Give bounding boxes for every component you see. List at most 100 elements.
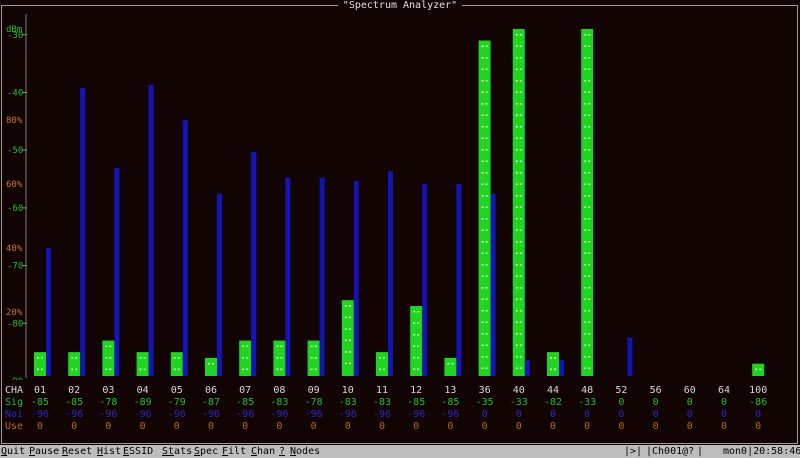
signal-bar-dash	[177, 357, 180, 359]
signal-bar-dash	[481, 241, 484, 243]
signal-bar-dash	[588, 310, 591, 312]
signal-bar-dash	[383, 368, 385, 371]
menu-quit[interactable]: Quit	[1, 445, 25, 458]
signal-bar-dash	[588, 229, 591, 231]
signal-bar-dash	[276, 345, 279, 348]
signal-bar-dash	[588, 344, 591, 346]
signal-bar-dash	[75, 368, 78, 371]
signal-bar-dash	[584, 80, 587, 82]
signal-bar-dash	[588, 126, 591, 128]
signal-bar	[34, 352, 46, 376]
signal-bar-dash	[515, 206, 518, 208]
signal-bar-dash	[37, 357, 39, 359]
signal-bar-dash	[519, 68, 522, 70]
sig-cell: -86	[749, 397, 768, 408]
noise-bar	[388, 171, 393, 376]
signal-bar-dash	[485, 103, 488, 105]
signal-bar-dash	[588, 114, 591, 116]
signal-bar-dash	[515, 356, 518, 358]
signal-bar-dash	[515, 195, 518, 197]
menu-reset[interactable]: Reset	[62, 445, 92, 458]
signal-bar-dash	[37, 368, 39, 371]
menu-pause[interactable]: Pause	[29, 445, 59, 458]
signal-bar	[273, 340, 286, 376]
signal-bar-dash	[481, 57, 484, 59]
signal-bar	[444, 357, 457, 376]
signal-bar-dash	[139, 368, 142, 371]
signal-bar-dash	[481, 275, 484, 278]
menu-essid[interactable]: ESSID	[123, 445, 153, 458]
noise-bar	[319, 177, 325, 376]
signal-bar-dash	[173, 368, 176, 371]
signal-bar-dash	[588, 57, 591, 59]
signal-bar-dash	[584, 103, 587, 105]
menu-stats[interactable]: Stats	[162, 445, 192, 458]
signal-bar-dash	[348, 351, 351, 353]
menu-label: odes	[296, 446, 321, 457]
menu-q[interactable]: ?	[279, 445, 285, 458]
signal-bar-dash	[584, 367, 587, 369]
noise-bar	[182, 120, 188, 376]
signal-bar-dash	[383, 357, 385, 359]
signal-bar-dash	[485, 344, 488, 347]
signal-bar-dash	[447, 362, 450, 365]
signal-bar-dash	[109, 368, 112, 371]
signal-bar-dash	[485, 45, 488, 48]
signal-bar-dash	[481, 45, 484, 48]
dbm-tick-label: -40	[7, 88, 23, 98]
menu-filt[interactable]: Filt	[222, 445, 246, 458]
menu-label: eset	[68, 446, 93, 457]
signal-bar-dash	[519, 91, 522, 93]
signal-bar-dash	[584, 298, 587, 300]
signal-bar-dash	[550, 368, 552, 371]
signal-bar-dash	[515, 344, 518, 346]
status-field: |	[697, 446, 704, 457]
signal-bar-dash	[519, 287, 522, 289]
menu-chan[interactable]: Chan	[251, 445, 275, 458]
signal-bar-dash	[212, 362, 214, 365]
menu-label: han	[257, 446, 276, 457]
signal-bar-dash	[588, 80, 591, 82]
signal-bar-dash	[584, 34, 587, 36]
signal-bar-dash	[485, 218, 488, 220]
signal-bar-dash	[481, 149, 484, 151]
signal-bar-dash	[515, 34, 518, 36]
dbm-unit-label: dBm	[6, 25, 22, 35]
signal-bar-dash	[515, 264, 518, 266]
menu-hist[interactable]: Hist	[97, 445, 121, 458]
signal-bar-dash	[485, 252, 488, 255]
signal-bar-dash	[485, 275, 488, 278]
signal-bar	[376, 352, 388, 376]
signal-bar-dash	[515, 45, 518, 47]
signal-bar-dash	[314, 368, 317, 371]
signal-bar-dash	[139, 357, 142, 359]
signal-bar-dash	[109, 345, 112, 348]
signal-bar-dash	[485, 68, 488, 71]
signal-bar-dash	[584, 126, 587, 128]
signal-bar-dash	[588, 206, 591, 208]
dbm-tick-label: -90	[7, 377, 23, 380]
signal-bar-dash	[554, 357, 556, 359]
signal-bar-dash	[481, 126, 484, 128]
signal-bar-dash	[71, 357, 74, 359]
signal-bar-dash	[413, 310, 416, 313]
signal-bar-dash	[481, 344, 484, 347]
signal-bar-dash	[485, 91, 488, 94]
menu-spec[interactable]: Spec	[194, 445, 218, 458]
signal-bar-dash	[417, 333, 420, 336]
signal-bar-dash	[515, 103, 518, 105]
signal-bar-dash	[481, 195, 484, 197]
signal-bar-dash	[519, 344, 522, 346]
signal-bar-dash	[584, 356, 587, 358]
pct-tick-label: 80%	[6, 116, 23, 126]
signal-bar-dash	[485, 206, 488, 209]
signal-bar-dash	[485, 172, 488, 174]
signal-bar-dash	[481, 252, 484, 255]
signal-bar-dash	[481, 229, 484, 232]
signal-bar-dash	[242, 357, 245, 359]
signal-bar-dash	[348, 328, 351, 330]
menu-nodes[interactable]: Nodes	[290, 445, 320, 458]
signal-bar-dash	[417, 310, 420, 313]
signal-bar-dash	[413, 345, 416, 347]
signal-bar	[581, 29, 594, 376]
